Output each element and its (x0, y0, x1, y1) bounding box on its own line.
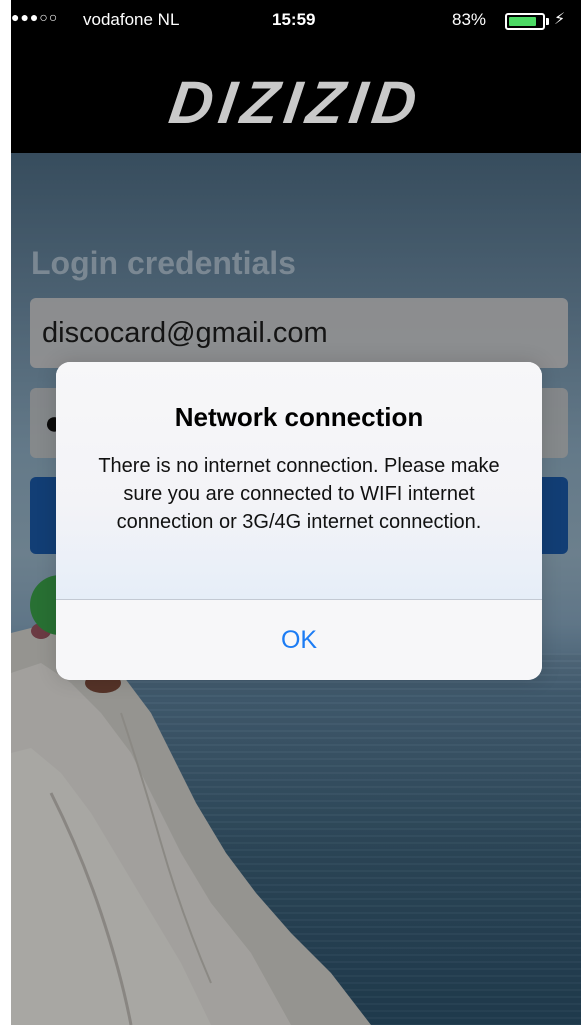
battery-percent: 83% (452, 10, 487, 29)
ok-button[interactable]: OK (56, 600, 542, 680)
alert-message: There is no internet connection. Please … (98, 455, 500, 533)
app-screen: ●●●○○ vodafone NL 15:59 83% ⚡︎ DIZIZID L… (11, 0, 581, 1025)
carrier-name: vodafone NL (83, 10, 180, 29)
battery-icon (505, 13, 545, 30)
alert-body: Network connection There is no internet … (56, 362, 542, 599)
app-logo: DIZIZID (165, 69, 427, 136)
battery-level-fill (509, 17, 536, 26)
alert-title: Network connection (174, 402, 424, 432)
battery-tip (546, 18, 549, 25)
clock: 15:59 (272, 10, 316, 29)
app-header: DIZIZID (11, 40, 581, 153)
status-bar: ●●●○○ vodafone NL 15:59 83% ⚡︎ (11, 0, 581, 40)
network-alert-dialog: Network connection There is no internet … (56, 362, 542, 680)
signal-strength-icon: ●●●○○ (11, 9, 59, 25)
lightning-icon: ⚡︎ (554, 11, 566, 28)
